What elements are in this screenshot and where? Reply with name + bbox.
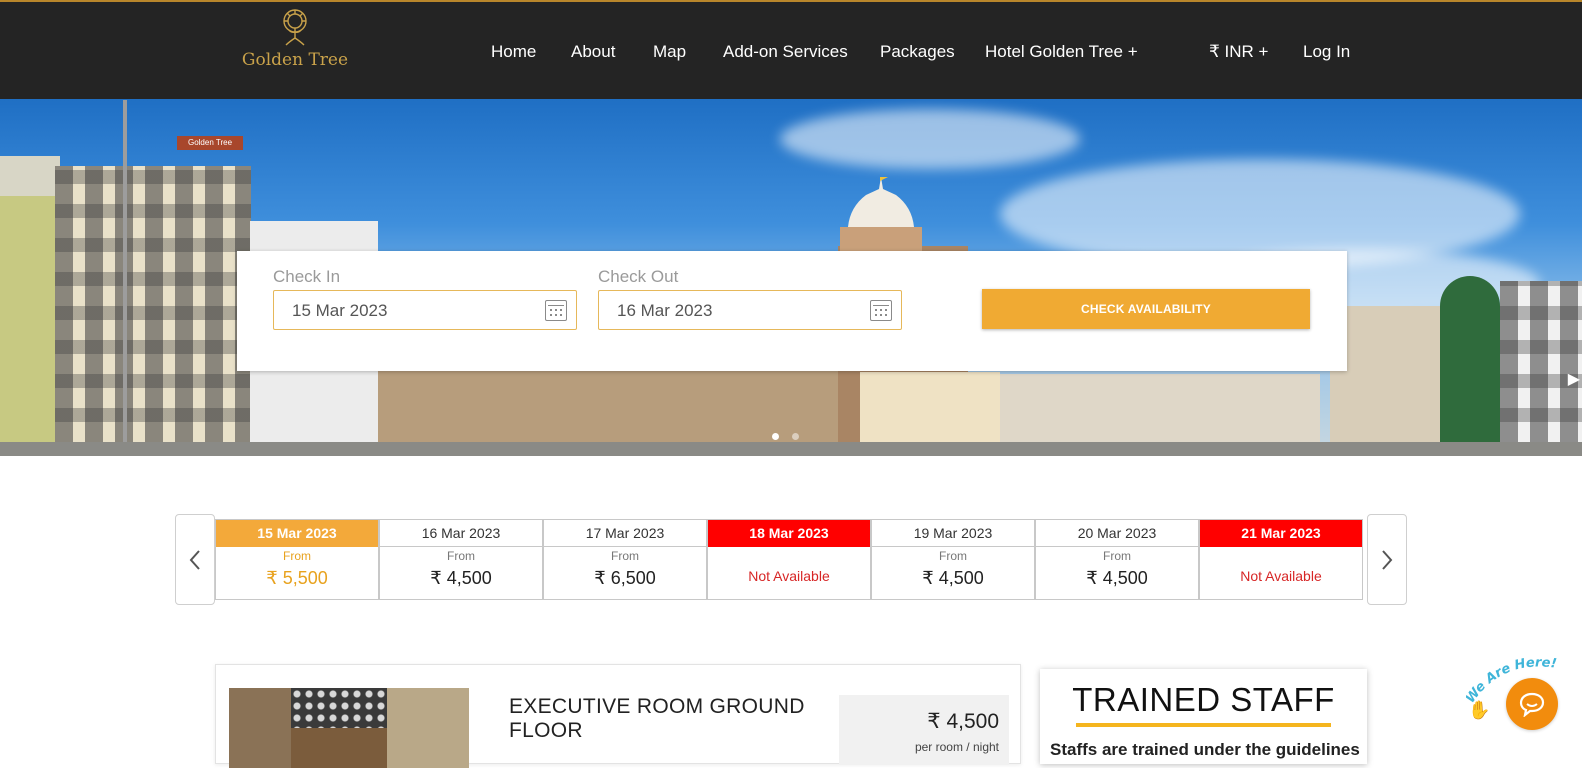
calendar-icon[interactable]: [545, 300, 567, 321]
nav-login[interactable]: Log In: [1303, 42, 1350, 66]
slider-next-icon[interactable]: ▶: [1568, 369, 1580, 389]
tree-logo-icon: [283, 9, 307, 46]
feature-title: TRAINED STAFF: [1072, 681, 1335, 718]
rate-price: ₹ 5,500: [266, 568, 328, 588]
rate-day-6[interactable]: 20 Mar 2023 From ₹ 4,500: [1035, 519, 1199, 600]
hero-cloud: [780, 109, 1080, 169]
feature-text: Staffs are trained under the guidelines: [1050, 740, 1360, 759]
rate-from-label: From: [611, 549, 639, 563]
rate-day-1[interactable]: 15 Mar 2023 From ₹ 5,500: [215, 519, 379, 600]
checkin-field[interactable]: 15 Mar 2023: [273, 290, 577, 330]
rate-from-label: From: [939, 549, 967, 563]
brand-name: Golden Tree: [241, 50, 349, 70]
rate-date: 18 Mar 2023: [708, 520, 870, 547]
street-pole: [123, 100, 127, 456]
chat-bubble-icon: [1519, 692, 1545, 717]
palm-tree: [1440, 276, 1500, 456]
rate-price: ₹ 4,500: [922, 568, 984, 588]
site-header: Golden Tree Home About Map Add-on Servic…: [0, 0, 1582, 99]
feature-card: TRAINED STAFF Staffs are trained under t…: [1040, 669, 1367, 764]
rate-date: 20 Mar 2023: [1036, 520, 1198, 547]
nav-packages[interactable]: Packages: [880, 42, 955, 66]
chat-open-button[interactable]: [1506, 678, 1558, 730]
rate-from-label: From: [283, 549, 311, 563]
nav-home[interactable]: Home: [491, 42, 536, 66]
currency-selector[interactable]: ₹ INR +: [1209, 42, 1268, 66]
rates-next-button[interactable]: [1367, 514, 1407, 605]
room-title[interactable]: EXECUTIVE ROOM GROUND FLOOR: [509, 695, 829, 743]
chevron-right-icon: [1382, 550, 1393, 570]
rate-day-2[interactable]: 16 Mar 2023 From ₹ 4,500: [379, 519, 543, 600]
checkin-value: 15 Mar 2023: [292, 301, 388, 320]
rate-price: ₹ 4,500: [1086, 568, 1148, 588]
rate-day-4[interactable]: 18 Mar 2023 Not Available: [707, 519, 871, 600]
chat-widget[interactable]: We Are Here! ✋: [1466, 648, 1578, 738]
feature-underline: [1076, 723, 1331, 727]
slider-dot[interactable]: [792, 433, 799, 440]
rate-day-7[interactable]: 21 Mar 2023 Not Available: [1199, 519, 1363, 600]
rate-date: 17 Mar 2023: [544, 520, 706, 547]
rate-price: ₹ 6,500: [594, 568, 656, 588]
checkout-label: Check Out: [598, 267, 679, 286]
rate-from-label: From: [1103, 549, 1131, 563]
room-card: EXECUTIVE ROOM GROUND FLOOR ₹ 4,500 per …: [215, 664, 1021, 768]
nav-add-on-services[interactable]: Add-on Services: [723, 42, 848, 66]
nav-map[interactable]: Map: [653, 42, 686, 66]
rate-date: 19 Mar 2023: [872, 520, 1034, 547]
waving-hand-icon: ✋: [1468, 700, 1491, 720]
room-price-unit: per room / night: [914, 740, 999, 754]
rate-price: ₹ 4,500: [430, 568, 492, 588]
checkin-label: Check In: [273, 267, 341, 286]
rates-prev-button[interactable]: [175, 514, 215, 605]
brand-logo[interactable]: Golden Tree: [240, 8, 350, 88]
hotel-sign: Golden Tree: [177, 136, 243, 150]
rate-date: 16 Mar 2023: [380, 520, 542, 547]
room-photo[interactable]: [229, 688, 469, 768]
booking-form: Check In 15 Mar 2023 Check Out 16 Mar 20…: [237, 251, 1347, 371]
rate-not-available: Not Available: [1240, 568, 1322, 584]
room-price-box: ₹ 4,500 per room / night: [839, 695, 1009, 765]
check-availability-button[interactable]: CHECK AVAILABILITY: [982, 289, 1310, 329]
slider-dot-active[interactable]: [772, 433, 779, 440]
checkout-value: 16 Mar 2023: [617, 301, 713, 320]
room-price: ₹ 4,500: [927, 710, 999, 733]
hero-road: [0, 442, 1582, 456]
hero-building: [0, 196, 60, 456]
nav-hotel-dropdown[interactable]: Hotel Golden Tree +: [985, 42, 1138, 66]
hero-hotel-building: [55, 166, 251, 456]
rate-not-available: Not Available: [748, 568, 830, 584]
hero-building: [1330, 306, 1450, 456]
rate-day-3[interactable]: 17 Mar 2023 From ₹ 6,500: [543, 519, 707, 600]
rate-date: 15 Mar 2023: [216, 520, 378, 547]
rate-date: 21 Mar 2023: [1200, 520, 1362, 547]
nav-about[interactable]: About: [571, 42, 615, 66]
rate-from-label: From: [447, 549, 475, 563]
rate-day-5[interactable]: 19 Mar 2023 From ₹ 4,500: [871, 519, 1035, 600]
chevron-left-icon: [189, 550, 200, 570]
checkout-field[interactable]: 16 Mar 2023: [598, 290, 902, 330]
calendar-icon[interactable]: [870, 300, 892, 321]
